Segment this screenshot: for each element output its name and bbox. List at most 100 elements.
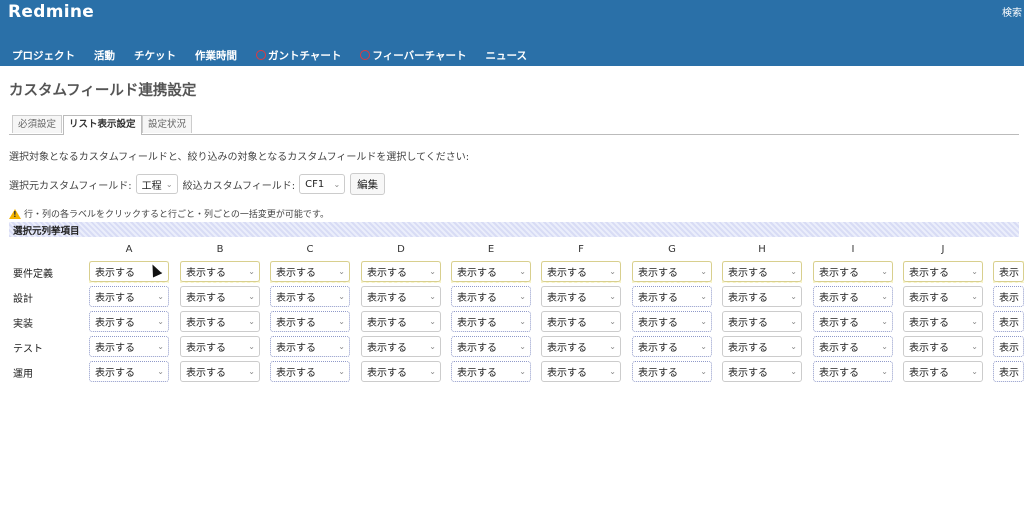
visibility-select[interactable]: 表示する ⌄ (180, 261, 260, 282)
tab-list-display[interactable]: リスト表示設定 (63, 115, 142, 135)
visibility-select[interactable]: 表示する ⌄ (270, 261, 350, 282)
column-header-d[interactable]: D (361, 244, 441, 255)
visibility-select[interactable]: 表示する ⌄ (451, 311, 531, 332)
select-value: 表示する (819, 293, 859, 304)
column-header-g[interactable]: G (632, 244, 712, 255)
select-value: 表示する (367, 318, 407, 329)
select-value: 表示する (638, 293, 678, 304)
grid-cell: 表示する ⌄ (270, 311, 350, 333)
visibility-select[interactable]: 表示する ⌄ (722, 336, 802, 357)
column-header-f[interactable]: F (541, 244, 621, 255)
visibility-select[interactable]: 表示する ⌄ (813, 311, 893, 332)
visibility-select[interactable]: 表示する ⌄ (903, 336, 983, 357)
visibility-select[interactable]: 表示 (993, 336, 1024, 357)
visibility-select[interactable]: 表示する ⌄ (451, 336, 531, 357)
column-header-a[interactable]: A (89, 244, 169, 255)
visibility-select[interactable]: 表示する ⌄ (903, 311, 983, 332)
visibility-select[interactable]: 表示する ⌄ (361, 311, 441, 332)
row-label[interactable]: 設計 (13, 290, 33, 305)
chevron-down-icon: ⌄ (338, 342, 345, 351)
visibility-select[interactable]: 表示する ⌄ (632, 286, 712, 307)
row-label[interactable]: 運用 (13, 365, 33, 380)
visibility-select[interactable]: 表示する ⌄ (89, 286, 169, 307)
visibility-select[interactable]: 表示する ⌄ (632, 261, 712, 282)
chevron-down-icon: ⌄ (429, 292, 436, 301)
visibility-select[interactable]: 表示する ⌄ (361, 336, 441, 357)
visibility-select[interactable]: 表示する ⌄ (813, 361, 893, 382)
visibility-select[interactable]: 表示する ⌄ (541, 261, 621, 282)
filter-field-select[interactable]: CF1 ⌄ (299, 174, 346, 194)
visibility-select[interactable]: 表示する ⌄ (451, 286, 531, 307)
menu-item-time[interactable]: 作業時間 (195, 46, 237, 64)
visibility-select[interactable]: 表示する ⌄ (722, 261, 802, 282)
menu-item-issues[interactable]: チケット (134, 46, 176, 64)
menu-item-gantt[interactable]: ガントチャート (256, 46, 341, 64)
visibility-select[interactable]: 表示する ⌄ (903, 261, 983, 282)
select-value: 表示する (367, 343, 407, 354)
select-value: 表示する (728, 343, 768, 354)
visibility-select[interactable]: 表示する ⌄ (813, 261, 893, 282)
grid-cell: 表示 (993, 286, 1024, 308)
column-header-j[interactable]: J (903, 244, 983, 255)
visibility-select[interactable]: 表示する ⌄ (361, 361, 441, 382)
select-value: 表示する (186, 293, 226, 304)
visibility-select[interactable]: 表示 (993, 286, 1024, 307)
visibility-select[interactable]: 表示する ⌄ (903, 286, 983, 307)
grid-cell: 表示する ⌄ (541, 361, 621, 383)
visibility-select[interactable]: 表示する ⌄ (541, 286, 621, 307)
visibility-select[interactable]: 表示する ⌄ (270, 336, 350, 357)
visibility-select[interactable]: 表示 (993, 361, 1024, 382)
visibility-select[interactable]: 表示する ⌄ (632, 361, 712, 382)
search-label[interactable]: 検索 (1002, 4, 1022, 19)
visibility-select[interactable]: 表示する ⌄ (632, 311, 712, 332)
visibility-select[interactable]: 表示する ⌄ (89, 311, 169, 332)
visibility-select[interactable]: 表示する ⌄ (89, 336, 169, 357)
menu-item-activity[interactable]: 活動 (94, 46, 115, 64)
row-label[interactable]: 要件定義 (13, 265, 53, 280)
visibility-select[interactable]: 表示する ⌄ (180, 286, 260, 307)
visibility-select[interactable]: 表示する ⌄ (89, 361, 169, 382)
visibility-select[interactable]: 表示する ⌄ (180, 311, 260, 332)
select-value: 工程 (141, 180, 162, 192)
visibility-select[interactable]: 表示する ⌄ (813, 336, 893, 357)
tab-status[interactable]: 設定状況 (142, 115, 193, 133)
visibility-select[interactable]: 表示する ⌄ (180, 336, 260, 357)
visibility-select[interactable]: 表示する ⌄ (722, 286, 802, 307)
column-header-h[interactable]: H (722, 244, 802, 255)
source-field-select[interactable]: 工程 ⌄ (135, 174, 178, 194)
visibility-select[interactable]: 表示する ⌄ (270, 361, 350, 382)
visibility-select[interactable]: 表示する ⌄ (451, 361, 531, 382)
visibility-select[interactable]: 表示する ⌄ (903, 361, 983, 382)
visibility-select[interactable]: 表示する ⌄ (180, 361, 260, 382)
visibility-select[interactable]: 表示する ⌄ (270, 286, 350, 307)
menu-item-news[interactable]: ニュース (486, 46, 527, 64)
visibility-select[interactable]: 表示する ⌄ (813, 286, 893, 307)
visibility-select[interactable]: 表示する ⌄ (722, 361, 802, 382)
visibility-select[interactable]: 表示する ⌄ (270, 311, 350, 332)
chevron-down-icon: ⌄ (881, 367, 888, 376)
column-header-e[interactable]: E (451, 244, 531, 255)
grid-cell: 表示する ⌄ (180, 361, 260, 383)
visibility-select[interactable]: 表示 (993, 311, 1024, 332)
visibility-select[interactable]: 表示する ⌄ (541, 311, 621, 332)
app-title[interactable]: Redmine (8, 2, 94, 22)
column-header-i[interactable]: I (813, 244, 893, 255)
column-header-b[interactable]: B (180, 244, 260, 255)
row-label[interactable]: テスト (13, 340, 43, 355)
visibility-select[interactable]: 表示 (993, 261, 1024, 282)
row-label[interactable]: 実装 (13, 315, 33, 330)
column-header-c[interactable]: C (270, 244, 350, 255)
visibility-select[interactable]: 表示する ⌄ (541, 336, 621, 357)
visibility-select[interactable]: 表示する ⌄ (361, 286, 441, 307)
grid-cell: 表示する ⌄ (270, 286, 350, 308)
edit-button[interactable]: 編集 (350, 173, 386, 195)
visibility-select[interactable]: 表示する ⌄ (451, 261, 531, 282)
visibility-select[interactable]: 表示する ⌄ (722, 311, 802, 332)
visibility-select[interactable]: 表示する ⌄ (541, 361, 621, 382)
menu-item-fever[interactable]: フィーバーチャート (360, 46, 467, 64)
visibility-select[interactable]: 表示する ⌄ (632, 336, 712, 357)
tab-required[interactable]: 必須設定 (12, 115, 63, 133)
menu-item-projects[interactable]: プロジェクト (12, 46, 75, 64)
visibility-select[interactable]: 表示する ⌄ (361, 261, 441, 282)
select-value: 表示する (95, 293, 135, 304)
